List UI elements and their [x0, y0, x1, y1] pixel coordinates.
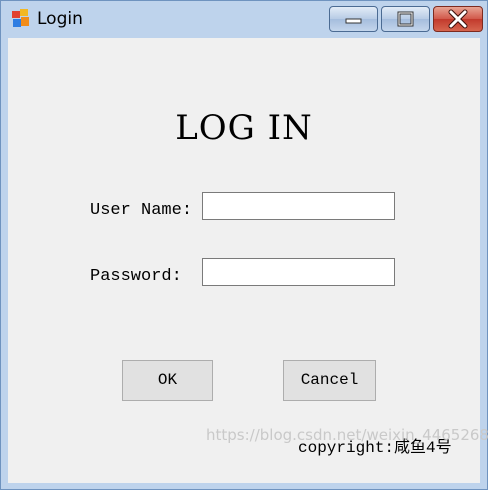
- minimize-button[interactable]: [329, 6, 378, 32]
- cancel-button[interactable]: Cancel: [283, 360, 376, 401]
- minimize-icon: [345, 18, 362, 24]
- watermark-url: https://blog.csdn.net/weixin_44652687: [206, 426, 490, 444]
- username-input[interactable]: [202, 192, 395, 220]
- password-input[interactable]: [202, 258, 395, 286]
- close-button[interactable]: [433, 6, 483, 32]
- password-label: Password:: [90, 267, 182, 286]
- maximize-icon: [397, 11, 414, 27]
- app-windows-icon: [11, 9, 31, 29]
- title-bar[interactable]: Login: [1, 1, 487, 38]
- login-heading: LOG IN: [175, 108, 313, 148]
- login-window: Login LOG IN User Name: Password: OK Can…: [0, 0, 490, 490]
- login-form-panel: LOG IN User Name: Password: OK Cancel co…: [8, 38, 480, 483]
- window-title: Login: [37, 9, 83, 29]
- username-label: User Name:: [90, 201, 193, 220]
- close-icon: [448, 9, 468, 29]
- maximize-button[interactable]: [381, 6, 430, 32]
- ok-button[interactable]: OK: [122, 360, 213, 401]
